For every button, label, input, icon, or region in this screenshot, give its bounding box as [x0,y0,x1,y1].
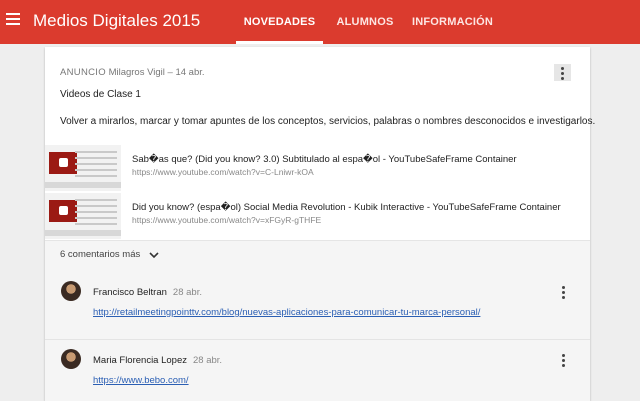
post-date: 14 abr. [175,67,205,78]
attachment-video-2[interactable]: Did you know? (espa�ol) Social Media Rev… [45,193,590,239]
comment-link[interactable]: https://www.bebo.com/ [93,375,189,386]
post-separator: – [167,67,173,78]
attachment-title[interactable]: Sab�as que? (Did you know? 3.0) Subtitul… [132,154,517,165]
comment-item: Francisco Beltran 28 abr. http://retailme… [45,281,590,341]
tab-alumnos[interactable]: ALUMNOS [330,0,400,44]
attachment-url: https://www.youtube.com/watch?v=xFGyR-gT… [132,215,322,225]
hamburger-menu-icon[interactable] [6,13,22,29]
comment-date: 28 abr. [193,355,223,366]
comment-options-icon[interactable] [556,352,570,368]
post-author[interactable]: Milagros Vigil [109,67,165,78]
tab-novedades[interactable]: NOVEDADES [236,0,323,44]
more-comments-toggle[interactable]: 6 comentarios más [60,249,140,260]
video-thumbnail[interactable] [45,193,121,239]
class-title: Medios Digitales 2015 [33,11,201,30]
post-type-label: ANUNCIO [60,67,106,78]
comment-item: Maria Florencia Lopez 28 abr. https://www… [45,349,590,401]
comment-author-line: Francisco Beltran 28 abr. [93,287,202,298]
comment-options-icon[interactable] [556,284,570,300]
video-thumbnail[interactable] [45,145,121,191]
avatar [61,281,81,301]
attachment-video-1[interactable]: Sab�as que? (Did you know? 3.0) Subtitul… [45,145,590,191]
announcement-card: ANUNCIO Milagros Vigil – 14 abr. Videos … [45,47,595,401]
comment-divider [45,339,590,340]
attachment-title[interactable]: Did you know? (espa�ol) Social Media Rev… [132,202,561,213]
avatar [61,349,81,369]
tab-informacion[interactable]: INFORMACIÓN [410,0,495,44]
post-options-icon[interactable] [554,64,571,81]
post-body: Volver a mirarlos, marcar y tomar apunte… [60,116,596,127]
comment-date: 28 abr. [172,287,202,298]
post-header: ANUNCIO Milagros Vigil – 14 abr. [60,67,205,78]
post-title: Videos de Clase 1 [60,89,141,100]
chevron-down-icon[interactable] [149,250,159,260]
top-app-bar: Medios Digitales 2015 NOVEDADES ALUMNOS … [0,0,640,44]
comment-author-line: Maria Florencia Lopez 28 abr. [93,355,222,366]
attachment-url: https://www.youtube.com/watch?v=C-Lniwr-… [132,167,314,177]
comments-section: 6 comentarios más Francisco Beltran 28 ab… [45,240,590,401]
comment-author[interactable]: Maria Florencia Lopez [93,355,187,366]
comment-author[interactable]: Francisco Beltran [93,287,167,298]
comment-link[interactable]: http://retailmeetingpointtv.com/blog/nue… [93,307,480,318]
